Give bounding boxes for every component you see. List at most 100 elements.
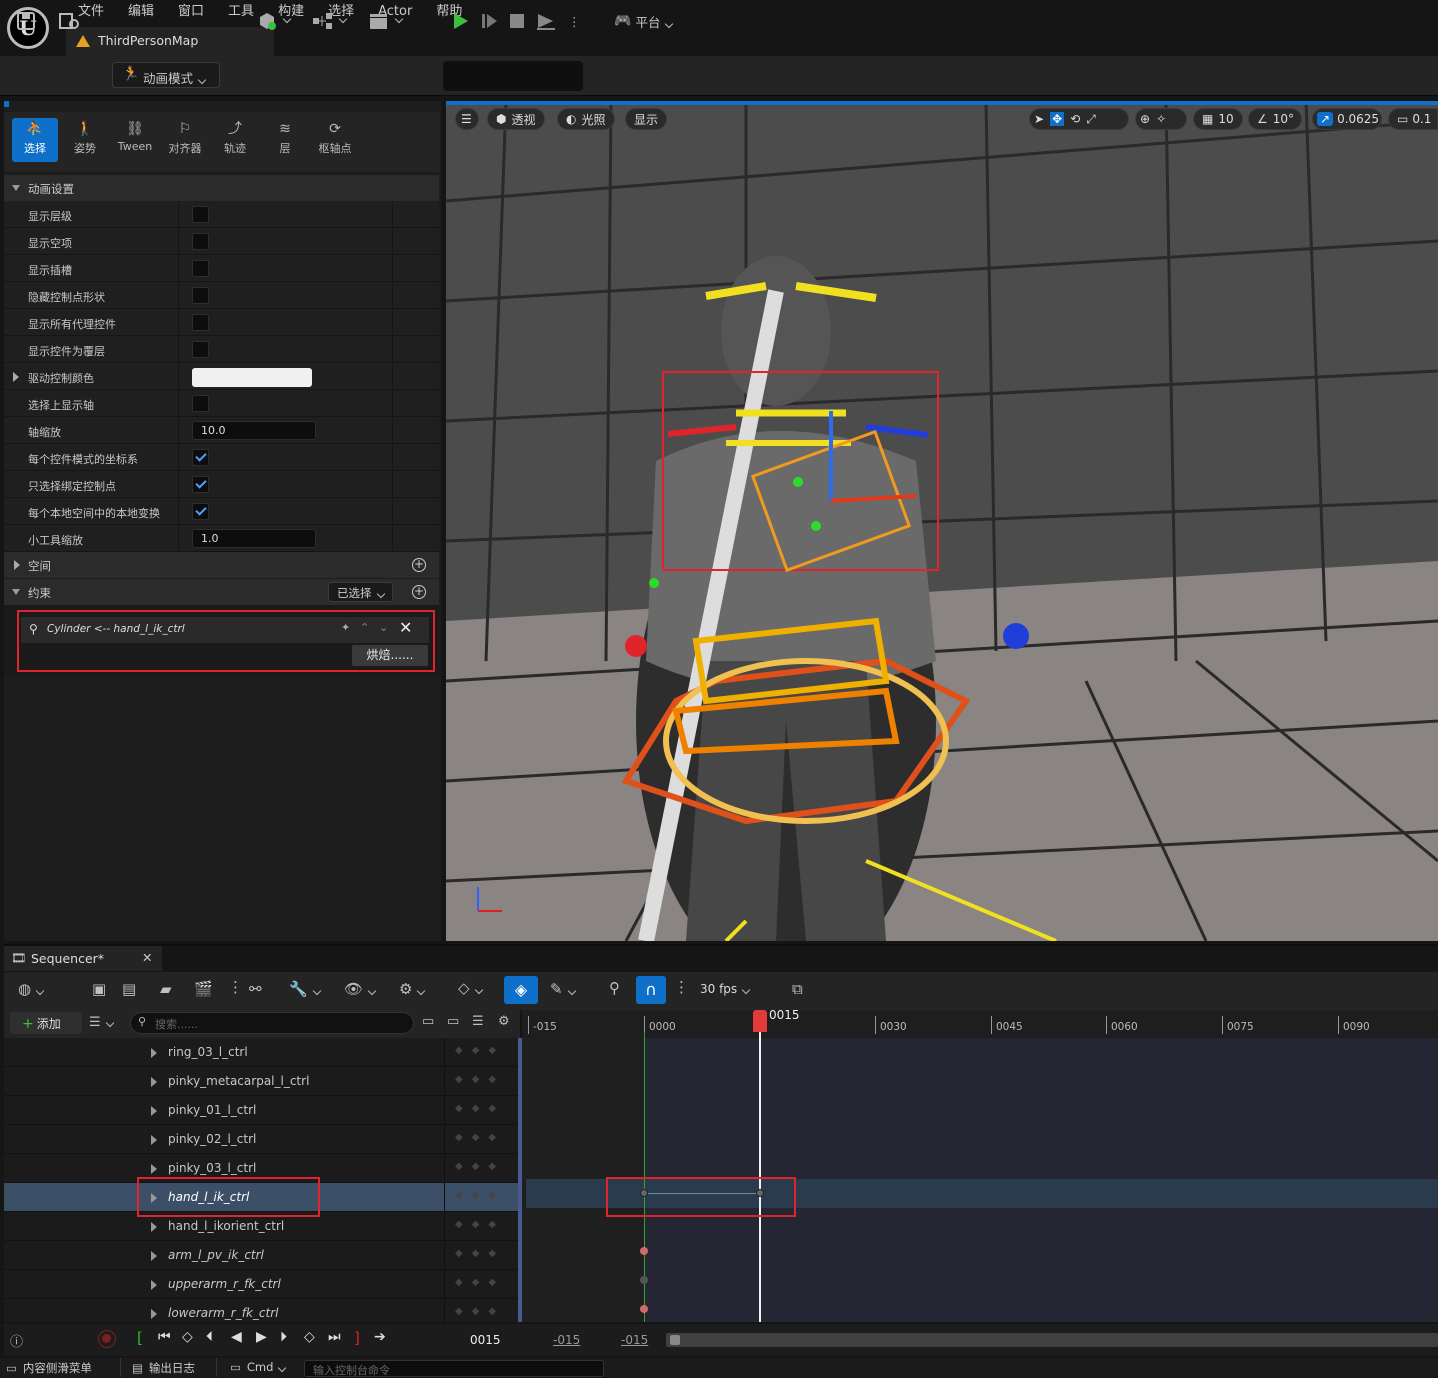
tab-pose[interactable]: 🚶 姿势 — [62, 118, 108, 162]
select-cursor-icon[interactable]: ➤ — [1034, 112, 1044, 126]
record-icon[interactable] — [98, 1330, 116, 1348]
content-browser-icon[interactable] — [58, 8, 82, 34]
brush-icon[interactable]: ✎ — [550, 980, 575, 998]
settings-gear-icon[interactable]: ⚙ — [399, 980, 424, 998]
set-end-icon[interactable]: ] — [354, 1329, 360, 1347]
wrench-icon[interactable]: 🔧 — [289, 980, 320, 998]
find-asset-icon[interactable]: ▤ — [122, 980, 136, 998]
blueprint-icon[interactable] — [312, 8, 346, 34]
save-icon[interactable] — [16, 8, 36, 34]
jump-end-icon[interactable]: ⏭ — [328, 1329, 341, 1345]
scale-snap[interactable]: ↗ 0.0625 — [1312, 108, 1382, 130]
grid-snap[interactable]: ▦ 10 — [1193, 108, 1243, 130]
content-drawer-button[interactable]: ▭ 内容侧滑菜单 — [6, 1360, 92, 1376]
space-section-header[interactable]: 空间 + — [4, 552, 439, 578]
translate-icon[interactable]: ✥ — [1050, 112, 1065, 126]
color-swatch[interactable] — [192, 368, 312, 387]
show-button[interactable]: 显示 — [625, 108, 668, 130]
lighting-button[interactable]: ◐ 光照 — [557, 108, 615, 130]
snap-magnet-icon[interactable]: ∩ — [636, 976, 666, 1004]
globe-icon[interactable]: ⊕ — [1140, 112, 1150, 126]
menu-edit[interactable]: 编辑 — [116, 3, 166, 21]
start-frame-field[interactable]: -015 — [553, 1333, 580, 1347]
step-back-icon[interactable]: ⏴ — [206, 1329, 213, 1345]
play-options-icon[interactable]: ⋮ — [568, 8, 581, 34]
eject-icon[interactable] — [535, 8, 557, 34]
expand-icon[interactable] — [151, 1135, 157, 1145]
play-forward-icon[interactable]: ▶ — [256, 1329, 267, 1345]
expand-icon[interactable] — [151, 1048, 157, 1058]
track-row[interactable]: pinky_02_l_ctrl ◆◆◆ — [4, 1125, 520, 1154]
key-nav-icons[interactable]: ◆◆◆ — [444, 1183, 516, 1212]
expand-icon[interactable] — [151, 1106, 157, 1116]
set-start-icon[interactable]: [ — [137, 1329, 143, 1347]
add-space-icon[interactable]: + — [412, 558, 426, 572]
key-nav-icons[interactable]: ◆◆◆ — [444, 1038, 516, 1067]
expand-icon[interactable] — [151, 1077, 157, 1087]
timeline-area[interactable] — [522, 1010, 1438, 1322]
expand-icon[interactable] — [151, 1164, 157, 1174]
key-nav-icons[interactable]: ◆◆◆ — [444, 1067, 516, 1096]
track-row[interactable]: ring_03_l_ctrl ◆◆◆ — [4, 1038, 520, 1067]
track-settings-icon[interactable]: ⚙ — [498, 1014, 510, 1029]
key-nav-icons[interactable]: ◆◆◆ — [444, 1125, 516, 1154]
track-row[interactable]: pinky_01_l_ctrl ◆◆◆ — [4, 1096, 520, 1125]
map-tab[interactable]: ThirdPersonMap — [66, 27, 274, 56]
checkbox[interactable] — [192, 233, 209, 250]
track-row[interactable]: arm_l_pv_ik_ctrl ◆◆◆ — [4, 1241, 520, 1270]
filter-icon[interactable]: ☰ — [89, 1015, 113, 1030]
expand-icon[interactable] — [151, 1222, 157, 1232]
advance-frame-icon[interactable] — [480, 8, 500, 34]
key-nav-icons[interactable]: ◆◆◆ — [444, 1212, 516, 1241]
tab-pivot[interactable]: ⟳ 枢轴点 — [312, 118, 358, 162]
sequencer-tab[interactable]: 🎞 Sequencer* ✕ — [4, 946, 162, 971]
checkbox[interactable] — [192, 287, 209, 304]
constraint-section-header[interactable]: 约束 已选择 + — [4, 579, 439, 605]
anim-settings-header[interactable]: 动画设置 — [4, 175, 439, 201]
tab-select[interactable]: ⛹ 选择 — [12, 118, 58, 162]
key-nav-icons[interactable]: ◆◆◆ — [444, 1096, 516, 1125]
step-forward-icon[interactable]: ⏵ — [280, 1329, 287, 1345]
more-icon[interactable]: ⋮ — [228, 978, 243, 996]
number-field[interactable]: 10.0 — [192, 421, 316, 440]
timeline-scrollbar[interactable] — [666, 1333, 1438, 1347]
cmd-dropdown[interactable]: ▭ Cmd — [230, 1360, 285, 1374]
perspective-button[interactable]: ⬢ 透视 — [487, 108, 545, 130]
list-icon[interactable]: ☰ — [472, 1014, 484, 1029]
collapse-all-icon[interactable]: ▭ — [422, 1014, 434, 1029]
key-nav-icons[interactable]: ◆◆◆ — [444, 1154, 516, 1183]
key-nav-icons[interactable]: ◆◆◆ — [444, 1270, 516, 1299]
world-icon[interactable]: ◍ — [18, 980, 43, 998]
key-nav-icons[interactable]: ◆◆◆ — [444, 1241, 516, 1270]
tab-trails[interactable]: ⤴ 轨迹 — [212, 118, 258, 162]
checkbox[interactable] — [192, 341, 209, 358]
checkbox[interactable] — [192, 503, 209, 520]
checkbox[interactable] — [192, 476, 209, 493]
reverse-play-icon[interactable]: ◀ — [231, 1329, 242, 1345]
viewport-menu-icon[interactable]: ☰ — [455, 108, 479, 130]
expand-icon[interactable] — [151, 1309, 157, 1319]
keyframe[interactable] — [640, 1247, 648, 1255]
save-sequence-icon[interactable]: ▣ — [92, 980, 106, 998]
console-input[interactable]: 输入控制台命令 — [304, 1360, 604, 1377]
expand-icon[interactable] — [151, 1280, 157, 1290]
expand-all-icon[interactable]: ▭ — [447, 1014, 459, 1029]
platform-dropdown[interactable]: 🎮 平台 — [614, 8, 672, 34]
rotate-icon[interactable]: ⟲ — [1070, 112, 1080, 126]
camera-speed[interactable]: ▭ 0.1 — [1388, 108, 1438, 130]
mode-dropdown[interactable]: 🏃 动画模式 — [112, 62, 220, 88]
constraint-filter-dropdown[interactable]: 已选择 — [328, 582, 393, 602]
checkbox[interactable] — [192, 260, 209, 277]
end-frame-field[interactable]: -015 — [621, 1333, 648, 1347]
current-frame-field[interactable]: 0015 — [470, 1333, 501, 1347]
checkbox[interactable] — [192, 206, 209, 223]
marker-icon[interactable]: ⚲ — [609, 979, 620, 997]
snap-options-icon[interactable]: ⋮ — [674, 978, 689, 996]
track-row[interactable]: pinky_metacarpal_l_ctrl ◆◆◆ — [4, 1067, 520, 1096]
add-constraint-icon[interactable]: + — [412, 585, 426, 599]
level-viewport[interactable] — [446, 101, 1438, 941]
fps-dropdown[interactable]: 30 fps — [700, 982, 749, 996]
add-actor-icon[interactable] — [256, 8, 290, 34]
scale-icon[interactable]: ⤢ — [1086, 112, 1096, 127]
render-movie-icon[interactable]: ▰ — [160, 980, 172, 998]
